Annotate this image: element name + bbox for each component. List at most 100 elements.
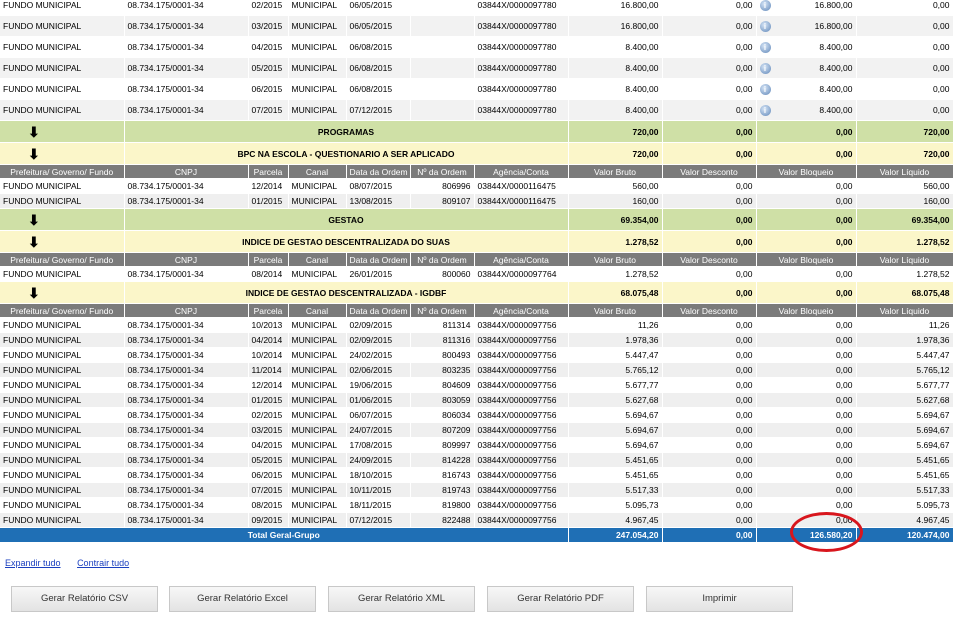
column-header-row: Prefeitura/ Governo/ Fundo CNPJ Parcela Can… [0,303,953,318]
cell-fundo: FUNDO MUNICIPAL [0,407,125,423]
info-icon[interactable]: i [759,62,771,74]
column-header: Valor Bruto [568,303,663,318]
info-icon[interactable]: i [759,83,771,95]
down-arrow-icon[interactable]: ⬇ [28,213,42,227]
cell-bloqueio: i 16.800,00 [756,0,857,16]
down-arrow-icon[interactable]: ⬇ [28,235,42,249]
cell-canal: MUNICIPAL [288,347,347,363]
cell-liquido: 5.517,33 [856,482,953,498]
column-header: Parcela [248,252,289,267]
cell-ordem: 804609 [410,377,475,393]
cell-data: 19/06/2015 [346,377,411,393]
cell-bloqueio: 0,00 [756,497,857,513]
cell-bruto: 16.800,00 [568,15,663,37]
cell-bloqueio: 0,00 [756,482,857,498]
cell-ordem: 800493 [410,347,475,363]
cell-data: 13/08/2015 [346,193,411,209]
cell-fundo: FUNDO MUNICIPAL [0,178,125,194]
report-container: FUNDO MUNICIPAL 08.734.175/0001-34 02/2015… [0,0,953,543]
cell-cnpj: 08.734.175/0001-34 [124,317,249,333]
column-header-row: Prefeitura/ Governo/ Fundo CNPJ Parcela Can… [0,252,953,267]
cell-fundo: FUNDO MUNICIPAL [0,193,125,209]
cell-cnpj: 08.734.175/0001-34 [124,99,249,121]
cell-canal: MUNICIPAL [288,392,347,408]
cell-bloqueio: 0,00 [756,347,857,363]
cell-bloqueio-value: 16.800,00 [814,20,853,31]
cell-desconto: 0,00 [662,497,757,513]
cell-desconto: 0,00 [662,178,757,194]
cell-parcela: 11/2014 [248,362,289,378]
cell-desconto: 0,00 [662,512,757,528]
expand-toggle[interactable]: ⬇ [0,142,125,165]
cell-liquido: 4.967,45 [856,512,953,528]
subcategory-row[interactable]: ⬇ INDICE DE GESTAO DESCENTRALIZADA - IGDB… [0,281,953,304]
cell-bruto: 5.627,68 [568,392,663,408]
down-arrow-icon[interactable]: ⬇ [28,286,42,300]
cell-fundo: FUNDO MUNICIPAL [0,452,125,468]
export-csv-button[interactable]: Gerar Relatório CSV [11,586,158,612]
collapse-all-link[interactable]: Contrair tudo [77,558,129,568]
cell-bruto: 5.694,67 [568,437,663,453]
cell-data: 10/11/2015 [346,482,411,498]
cell-desconto: 0,00 [662,36,757,58]
cell-bruto: 5.451,65 [568,452,663,468]
cell-bruto: 720,00 [568,120,663,143]
export-excel-button[interactable]: Gerar Relatório Excel [169,586,316,612]
cell-ordem: 807209 [410,422,475,438]
cell-liquido: 560,00 [856,178,953,194]
cell-cnpj: 08.734.175/0001-34 [124,0,249,16]
cell-desconto: 0,00 [662,281,757,304]
expand-toggle[interactable]: ⬇ [0,230,125,253]
cell-agencia: 03844X/0000097756 [474,437,569,453]
cell-canal: MUNICIPAL [288,362,347,378]
export-pdf-button[interactable]: Gerar Relatório PDF [487,586,634,612]
cell-parcela: 08/2015 [248,497,289,513]
info-icon[interactable]: i [759,41,771,53]
cell-agencia: 03844X/0000097756 [474,377,569,393]
category-row[interactable]: ⬇ GESTAO 69.354,00 0,00 0,00 69.354,00 [0,208,953,231]
cell-desconto: 0,00 [662,99,757,121]
cell-data: 08/07/2015 [346,178,411,194]
down-arrow-icon[interactable]: ⬇ [28,125,42,139]
cell-parcela: 04/2015 [248,36,289,58]
column-header: Prefeitura/ Governo/ Fundo [0,252,125,267]
expand-toggle[interactable]: ⬇ [0,120,125,143]
cell-liquido: 120.474,00 [856,527,953,543]
cell-ordem: 803059 [410,392,475,408]
cell-bruto: 5.517,33 [568,482,663,498]
cell-liquido: 720,00 [856,120,953,143]
cell-agencia: 03844X/0000097756 [474,407,569,423]
cell-bruto: 1.278,52 [568,230,663,253]
cell-data: 18/11/2015 [346,497,411,513]
category-row[interactable]: ⬇ PROGRAMAS 720,00 0,00 0,00 720,00 [0,120,953,143]
subcategory-row[interactable]: ⬇ BPC NA ESCOLA - QUESTIONARIO A SER APLI… [0,142,953,165]
cell-cnpj: 08.734.175/0001-34 [124,15,249,37]
cell-agencia: 03844X/0000097756 [474,452,569,468]
expand-toggle[interactable]: ⬇ [0,281,125,304]
info-icon[interactable]: i [759,104,771,116]
cell-fundo: FUNDO MUNICIPAL [0,15,125,37]
export-xml-button[interactable]: Gerar Relatório XML [328,586,475,612]
print-button[interactable]: Imprimir [646,586,793,612]
cell-liquido: 0,00 [856,36,953,58]
info-icon[interactable]: i [759,20,771,32]
cell-cnpj: 08.734.175/0001-34 [124,377,249,393]
cell-cnpj: 08.734.175/0001-34 [124,362,249,378]
cell-bloqueio: i 8.400,00 [756,36,857,58]
cell-parcela: 06/2015 [248,467,289,483]
expand-all-link[interactable]: Expandir tudo [5,558,61,568]
down-arrow-icon[interactable]: ⬇ [28,147,42,161]
cell-agencia: 03844X/0000097756 [474,422,569,438]
cell-bruto: 720,00 [568,142,663,165]
cell-ordem: 816743 [410,467,475,483]
column-header: Valor Desconto [662,164,757,179]
table-row: FUNDO MUNICIPAL 08.734.175/0001-34 11/2014… [0,362,953,378]
cell-fundo: FUNDO MUNICIPAL [0,467,125,483]
subcategory-row[interactable]: ⬇ INDICE DE GESTAO DESCENTRALIZADA DO SUA… [0,230,953,253]
cell-data: 07/12/2015 [346,512,411,528]
cell-bruto: 5.447,47 [568,347,663,363]
column-header: Valor Bloqueio [756,164,857,179]
cell-canal: MUNICIPAL [288,99,347,121]
info-icon[interactable]: i [759,0,771,11]
expand-toggle[interactable]: ⬇ [0,208,125,231]
